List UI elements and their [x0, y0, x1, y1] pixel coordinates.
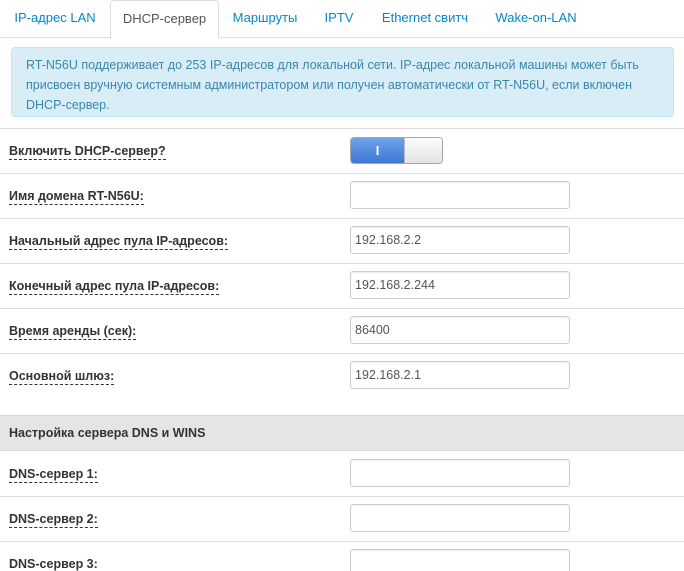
toggle-on-indicator: I	[351, 138, 404, 163]
tab-dhcp-server[interactable]: DHCP-сервер	[110, 0, 219, 39]
domain-name-label: Имя домена RT-N56U:	[9, 189, 144, 205]
tab-ethernet-switch[interactable]: Ethernet свитч	[368, 0, 482, 38]
domain-name-input[interactable]	[350, 181, 570, 209]
info-alert: RT-N56U поддерживает до 253 IP-адресов д…	[11, 47, 674, 117]
toggle-knob	[404, 138, 442, 163]
dns1-input[interactable]	[350, 459, 570, 487]
pool-end-input[interactable]	[350, 271, 570, 299]
lease-time-input[interactable]	[350, 316, 570, 344]
form-row-dns2	[0, 496, 684, 541]
dns1-label: DNS-сервер 1:	[9, 467, 98, 483]
tab-routes[interactable]: Маршруты	[222, 0, 308, 38]
pool-start-label: Начальный адрес пула IP-адресов:	[9, 234, 229, 250]
pool-end-label: Конечный адрес пула IP-адресов:	[9, 279, 220, 295]
tab-lan-ip[interactable]: IP-адрес LAN	[0, 0, 110, 38]
dhcp-enable-toggle[interactable]: I	[350, 137, 443, 164]
dns3-label: DNS-сервер 3:	[9, 557, 98, 571]
dhcp-enable-label: Включить DHCP-сервер?	[9, 144, 166, 160]
pool-start-input[interactable]	[350, 226, 570, 254]
gateway-input[interactable]	[350, 361, 570, 389]
tab-wake-on-lan[interactable]: Wake-on-LAN	[484, 0, 588, 38]
dns2-input[interactable]	[350, 504, 570, 532]
dns2-label: DNS-сервер 2:	[9, 512, 98, 528]
dns3-input[interactable]	[350, 549, 570, 571]
form-row-dns1	[0, 451, 684, 496]
section-title: Настройка сервера DNS и WINS	[9, 426, 206, 440]
lease-time-label: Время аренды (сек):	[9, 324, 137, 340]
form-row-dns3	[0, 541, 684, 571]
tab-bar: IP-адрес LAN DHCP-сервер Маршруты IPTV E…	[0, 0, 684, 39]
gateway-label: Основной шлюз:	[9, 369, 115, 385]
dns-wins-section-header: Настройка сервера DNS и WINS	[0, 415, 684, 451]
tab-iptv[interactable]: IPTV	[312, 0, 366, 38]
